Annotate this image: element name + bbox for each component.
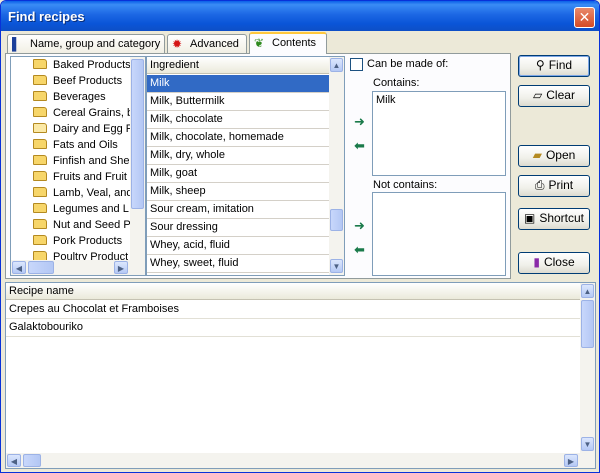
results-vertical-scrollbar[interactable]: ▲ ▼ bbox=[580, 283, 595, 453]
tree-item[interactable]: Fats and Oils bbox=[33, 139, 118, 155]
tab-name-group-category[interactable]: ▌ Name, group and category bbox=[7, 34, 165, 53]
list-item[interactable]: Sour cream, imitation bbox=[147, 201, 329, 219]
list-item[interactable]: Milk, chocolate bbox=[147, 111, 329, 129]
can-be-made-of-checkbox[interactable] bbox=[350, 58, 363, 71]
window-title: Find recipes bbox=[8, 9, 85, 24]
tree-item[interactable]: Beverages bbox=[33, 91, 106, 107]
folder-icon bbox=[33, 75, 47, 85]
remove-not-contains-arrow-icon[interactable]: ⬅ bbox=[354, 242, 365, 258]
table-row[interactable]: Galaktobouriko bbox=[6, 319, 580, 337]
tree-item[interactable]: Baked Products bbox=[33, 59, 131, 75]
tree-item[interactable]: Pork Products bbox=[33, 235, 122, 251]
ingredient-list[interactable]: Ingredient Milk Milk, Buttermilk Milk, c… bbox=[146, 56, 345, 276]
scroll-down-icon[interactable]: ▼ bbox=[581, 437, 594, 451]
ingredient-vertical-scrollbar[interactable]: ▲ ▼ bbox=[329, 57, 344, 275]
book-icon: ▌ bbox=[12, 37, 21, 51]
title-bar[interactable]: Find recipes ✕ bbox=[1, 1, 599, 31]
tree-item[interactable]: Nut and Seed P bbox=[33, 219, 131, 235]
tree-item[interactable]: Lamb, Veal, and bbox=[33, 187, 133, 203]
tab-label: Name, group and category bbox=[30, 37, 161, 50]
close-window-button[interactable]: ✕ bbox=[574, 7, 595, 28]
printer-icon: ⎙ bbox=[534, 178, 545, 192]
tree-scroll-thumb[interactable] bbox=[131, 59, 144, 209]
scroll-up-icon[interactable]: ▲ bbox=[330, 58, 343, 72]
tree-vertical-scrollbar[interactable] bbox=[130, 57, 145, 260]
folder-icon bbox=[33, 171, 47, 181]
close-icon: ✕ bbox=[578, 9, 591, 25]
scroll-right-icon[interactable]: ▶ bbox=[564, 454, 578, 467]
print-button[interactable]: ⎙ Print bbox=[518, 175, 590, 197]
folder-icon bbox=[33, 91, 47, 101]
recipe-results-list[interactable]: Recipe name Crepes au Chocolat et Frambo… bbox=[5, 282, 596, 469]
folder-icon bbox=[33, 107, 47, 117]
list-item[interactable]: Milk, chocolate, homemade bbox=[147, 129, 329, 147]
list-item[interactable]: Milk, sheep bbox=[147, 183, 329, 201]
scroll-down-icon[interactable]: ▼ bbox=[330, 259, 343, 273]
door-exit-icon: ▮ bbox=[533, 255, 540, 269]
not-contains-label: Not contains: bbox=[373, 179, 438, 191]
floppy-disk-icon: ▣ bbox=[523, 211, 536, 225]
folder-open-icon: ▰ bbox=[532, 148, 542, 162]
tab-label: Advanced bbox=[190, 37, 239, 50]
tree-item[interactable]: Beef Products bbox=[33, 75, 122, 91]
recipe-name-column-header[interactable]: Recipe name bbox=[6, 283, 580, 300]
folder-open-icon bbox=[33, 123, 47, 133]
can-be-made-of-label: Can be made of: bbox=[367, 58, 449, 70]
close-button[interactable]: ▮ Close bbox=[518, 252, 590, 274]
tree-horizontal-scrollbar[interactable]: ◀ ▶ bbox=[11, 260, 145, 275]
scroll-right-icon[interactable]: ▶ bbox=[114, 261, 128, 274]
list-item[interactable]: Whey, acid, fluid bbox=[147, 237, 329, 255]
list-item[interactable]: Whey, sweet, fluid bbox=[147, 255, 329, 273]
not-contains-list[interactable] bbox=[372, 192, 506, 276]
tree-item[interactable]: Dairy and Egg P bbox=[33, 123, 133, 139]
list-item[interactable]: Milk, dry, whole bbox=[147, 147, 329, 165]
list-item[interactable]: Milk, goat bbox=[147, 165, 329, 183]
tree-item[interactable]: Legumes and L bbox=[33, 203, 129, 219]
folder-icon bbox=[33, 219, 47, 229]
tab-advanced[interactable]: ✹ Advanced bbox=[167, 34, 247, 53]
remove-contains-arrow-icon[interactable]: ⬅ bbox=[354, 138, 365, 154]
eraser-icon: ▱ bbox=[533, 88, 543, 102]
results-horizontal-scrollbar[interactable]: ◀ ▶ bbox=[6, 453, 595, 468]
scroll-up-icon[interactable]: ▲ bbox=[581, 284, 594, 298]
tree-hscroll-thumb[interactable] bbox=[28, 261, 54, 274]
tab-label: Contents bbox=[272, 36, 317, 49]
folder-icon bbox=[33, 139, 47, 149]
find-recipes-window: Find recipes ✕ ▌ Name, group and category… bbox=[0, 0, 600, 473]
find-button[interactable]: ⚲ Find bbox=[518, 55, 590, 77]
table-row[interactable]: Crepes au Chocolat et Framboises bbox=[6, 301, 580, 319]
tree-item[interactable]: Cereal Grains, b bbox=[33, 107, 133, 123]
tree-item[interactable]: Fruits and Fruit J bbox=[33, 171, 136, 187]
folder-icon bbox=[33, 203, 47, 213]
ingredient-scroll-thumb[interactable] bbox=[330, 209, 343, 231]
clear-button[interactable]: ▱ Clear bbox=[518, 85, 590, 107]
scroll-left-icon[interactable]: ◀ bbox=[12, 261, 26, 274]
results-hscroll-thumb[interactable] bbox=[23, 454, 41, 467]
folder-icon bbox=[33, 155, 47, 165]
list-item[interactable]: Sour dressing bbox=[147, 219, 329, 237]
results-scroll-thumb[interactable] bbox=[581, 300, 594, 348]
herb-icon: ❦ bbox=[254, 36, 265, 50]
ingredient-column-header[interactable]: Ingredient bbox=[147, 57, 329, 74]
folder-icon bbox=[33, 235, 47, 245]
list-item[interactable]: Milk bbox=[376, 94, 502, 106]
food-group-tree[interactable]: Baked Products Beef Products Beverages C… bbox=[10, 56, 146, 276]
folder-icon bbox=[33, 187, 47, 197]
add-not-contains-arrow-icon[interactable]: ➜ bbox=[354, 218, 365, 234]
contents-panel: Baked Products Beef Products Beverages C… bbox=[5, 53, 511, 279]
tab-contents[interactable]: ❦ Contents bbox=[249, 32, 327, 54]
open-button[interactable]: ▰ Open bbox=[518, 145, 590, 167]
folder-icon bbox=[33, 59, 47, 69]
scroll-left-icon[interactable]: ◀ bbox=[7, 454, 21, 467]
list-item[interactable]: Milk, Buttermilk bbox=[147, 93, 329, 111]
shortcut-button[interactable]: ▣ Shortcut bbox=[518, 208, 590, 230]
add-contains-arrow-icon[interactable]: ➜ bbox=[354, 114, 365, 130]
list-item[interactable]: Milk bbox=[147, 75, 329, 93]
splat-icon: ✹ bbox=[172, 37, 183, 51]
contains-label: Contains: bbox=[373, 77, 420, 89]
contains-list[interactable]: Milk bbox=[372, 91, 506, 176]
binoculars-icon: ⚲ bbox=[535, 58, 545, 72]
tree-item[interactable]: Finfish and She bbox=[33, 155, 129, 171]
